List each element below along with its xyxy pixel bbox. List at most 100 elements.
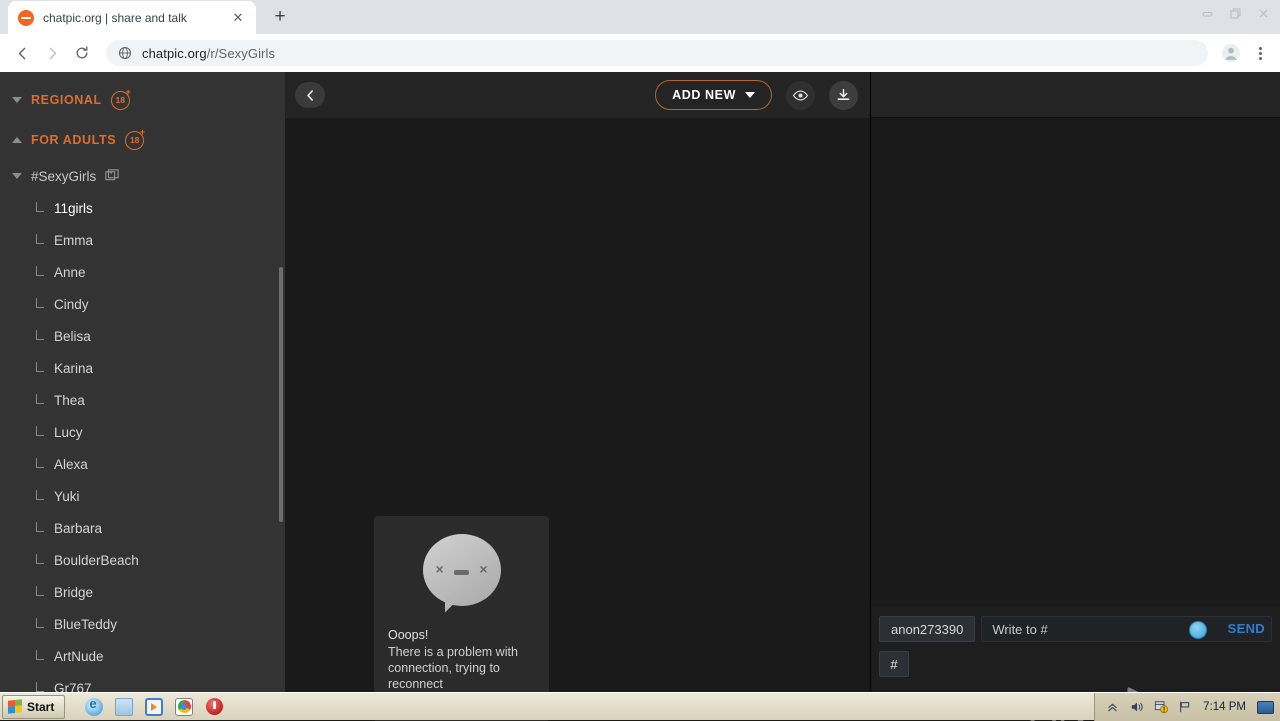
quick-launch-bar [85,698,223,716]
reload-icon[interactable] [68,39,96,67]
category-label: FOR ADULTS [31,133,116,147]
sidebar-item-label: Bridge [54,585,93,600]
tab-title: chatpic.org | share and talk [43,11,230,25]
tree-branch-icon [36,266,44,276]
browser-tab[interactable]: chatpic.org | share and talk ✕ [8,1,256,34]
main-toolbar-actions: ADD NEW [655,72,858,118]
download-icon[interactable] [829,81,858,110]
url-domain: chatpic.org [142,46,207,61]
sidebar-item-yuki[interactable]: Yuki [0,480,285,512]
send-button[interactable]: SEND [1228,621,1265,636]
room-label: #SexyGirls [31,169,96,184]
back-arrow-icon[interactable] [8,39,36,67]
sidebar-item-label: Alexa [54,457,88,472]
address-bar-url: chatpic.org/r/SexyGirls [142,46,275,61]
tree-branch-icon [36,394,44,404]
tree-branch-icon [36,298,44,308]
sidebar-item-barbara[interactable]: Barbara [0,512,285,544]
tree-branch-icon [36,426,44,436]
sidebar-item-gr767[interactable]: Gr767 [0,672,285,692]
volume-icon[interactable] [1129,700,1144,715]
show-hidden-icons-icon[interactable] [1105,700,1120,715]
sidebar-category-for-adults[interactable]: FOR ADULTS 18 [0,120,285,160]
chevron-down-icon [745,92,755,98]
sidebar-item-11girls[interactable]: 11girls [0,192,285,224]
browser-toolbar: chatpic.org/r/SexyGirls [0,34,1280,72]
error-message: There is a problem with connection, tryi… [388,644,535,692]
page-content: REGIONAL 18 FOR ADULTS 18 #SexyGirls 11g… [0,72,1280,692]
sidebar-category-regional[interactable]: REGIONAL 18 [0,80,285,120]
message-composer: anon273390 Write to # SEND # [871,607,1280,692]
forward-arrow-icon [38,39,66,67]
tree-branch-icon [36,202,44,212]
profile-avatar-icon[interactable] [1218,40,1244,66]
window-controls [1194,2,1276,24]
restore-icon[interactable] [1222,2,1248,24]
error-title: Ooops! [388,628,535,642]
sidebar-item-label: Anne [54,265,86,280]
three-dot-menu-icon[interactable] [1248,40,1272,66]
network-flag-icon[interactable] [1177,700,1192,715]
internet-explorer-icon[interactable] [85,698,103,716]
sidebar-item-boulderbeach[interactable]: BoulderBeach [0,544,285,576]
sidebar-item-label: Gr767 [54,681,92,693]
toolbar-right [1218,40,1272,66]
message-input[interactable]: Write to # SEND [981,616,1272,642]
sidebar-item-lucy[interactable]: Lucy [0,416,285,448]
shutdown-red-icon[interactable] [205,698,223,716]
sidebar-item-label: Emma [54,233,93,248]
windows-media-player-icon[interactable] [145,698,163,716]
chevron-down-icon [12,173,22,179]
sidebar-item-anne[interactable]: Anne [0,256,285,288]
tree-branch-icon [36,522,44,532]
minimize-icon[interactable] [1194,2,1220,24]
sidebar-item-label: ArtNude [54,649,104,664]
clock[interactable]: 7:14 PM [1203,701,1246,713]
start-button[interactable]: Start [2,695,65,719]
nickname-field[interactable]: anon273390 [879,616,975,642]
sidebar-item-karina[interactable]: Karina [0,352,285,384]
sidebar-item-belisa[interactable]: Belisa [0,320,285,352]
google-chrome-icon[interactable] [175,698,193,716]
sidebar-item-cindy[interactable]: Cindy [0,288,285,320]
chevron-down-icon [12,97,22,103]
sidebar-item-alexa[interactable]: Alexa [0,448,285,480]
close-icon[interactable] [1250,2,1276,24]
composer-row: anon273390 Write to # SEND [879,616,1272,642]
chat-panel-header [871,72,1280,118]
folder-icon[interactable] [115,698,133,716]
close-icon[interactable]: ✕ [230,10,246,26]
age-badge-18-plus: 18 [111,91,130,110]
sidebar-scrollbar[interactable] [279,267,283,522]
sidebar-item-thea[interactable]: Thea [0,384,285,416]
hashtag-button[interactable]: # [879,651,909,677]
sidebar-item-blueteddy[interactable]: BlueTeddy [0,608,285,640]
tree-branch-icon [36,618,44,628]
new-tab-button[interactable]: + [266,3,294,31]
sidebar-item-emma[interactable]: Emma [0,224,285,256]
sidebar-item-label: Cindy [54,297,89,312]
tab-strip: chatpic.org | share and talk ✕ + [0,0,1280,34]
add-new-button[interactable]: ADD NEW [655,80,772,110]
sidebar-item-label: Belisa [54,329,91,344]
back-chevron-icon[interactable] [295,82,325,108]
tree-branch-icon [36,554,44,564]
sidebar-item-bridge[interactable]: Bridge [0,576,285,608]
address-bar[interactable]: chatpic.org/r/SexyGirls [106,40,1208,66]
category-label: REGIONAL [31,93,102,107]
tree-branch-icon [36,458,44,468]
sidebar-item-artnude[interactable]: ArtNude [0,640,285,672]
sidebar-item-label: Yuki [54,489,80,504]
emoji-smiley-icon[interactable] [1189,621,1207,639]
tree-branch-icon [36,330,44,340]
tree-branch-icon [36,362,44,372]
system-tray: 7:14 PM [1094,693,1280,721]
message-placeholder: Write to # [992,622,1047,637]
url-path: /r/SexyGirls [207,46,275,61]
windows-flag-icon [8,699,22,713]
eye-icon[interactable] [786,81,815,110]
sad-speech-bubble-icon: × × [423,534,501,612]
display-icon[interactable] [1257,701,1274,714]
security-alert-icon[interactable] [1153,700,1168,715]
sidebar-room-sexygirls[interactable]: #SexyGirls [0,160,285,192]
